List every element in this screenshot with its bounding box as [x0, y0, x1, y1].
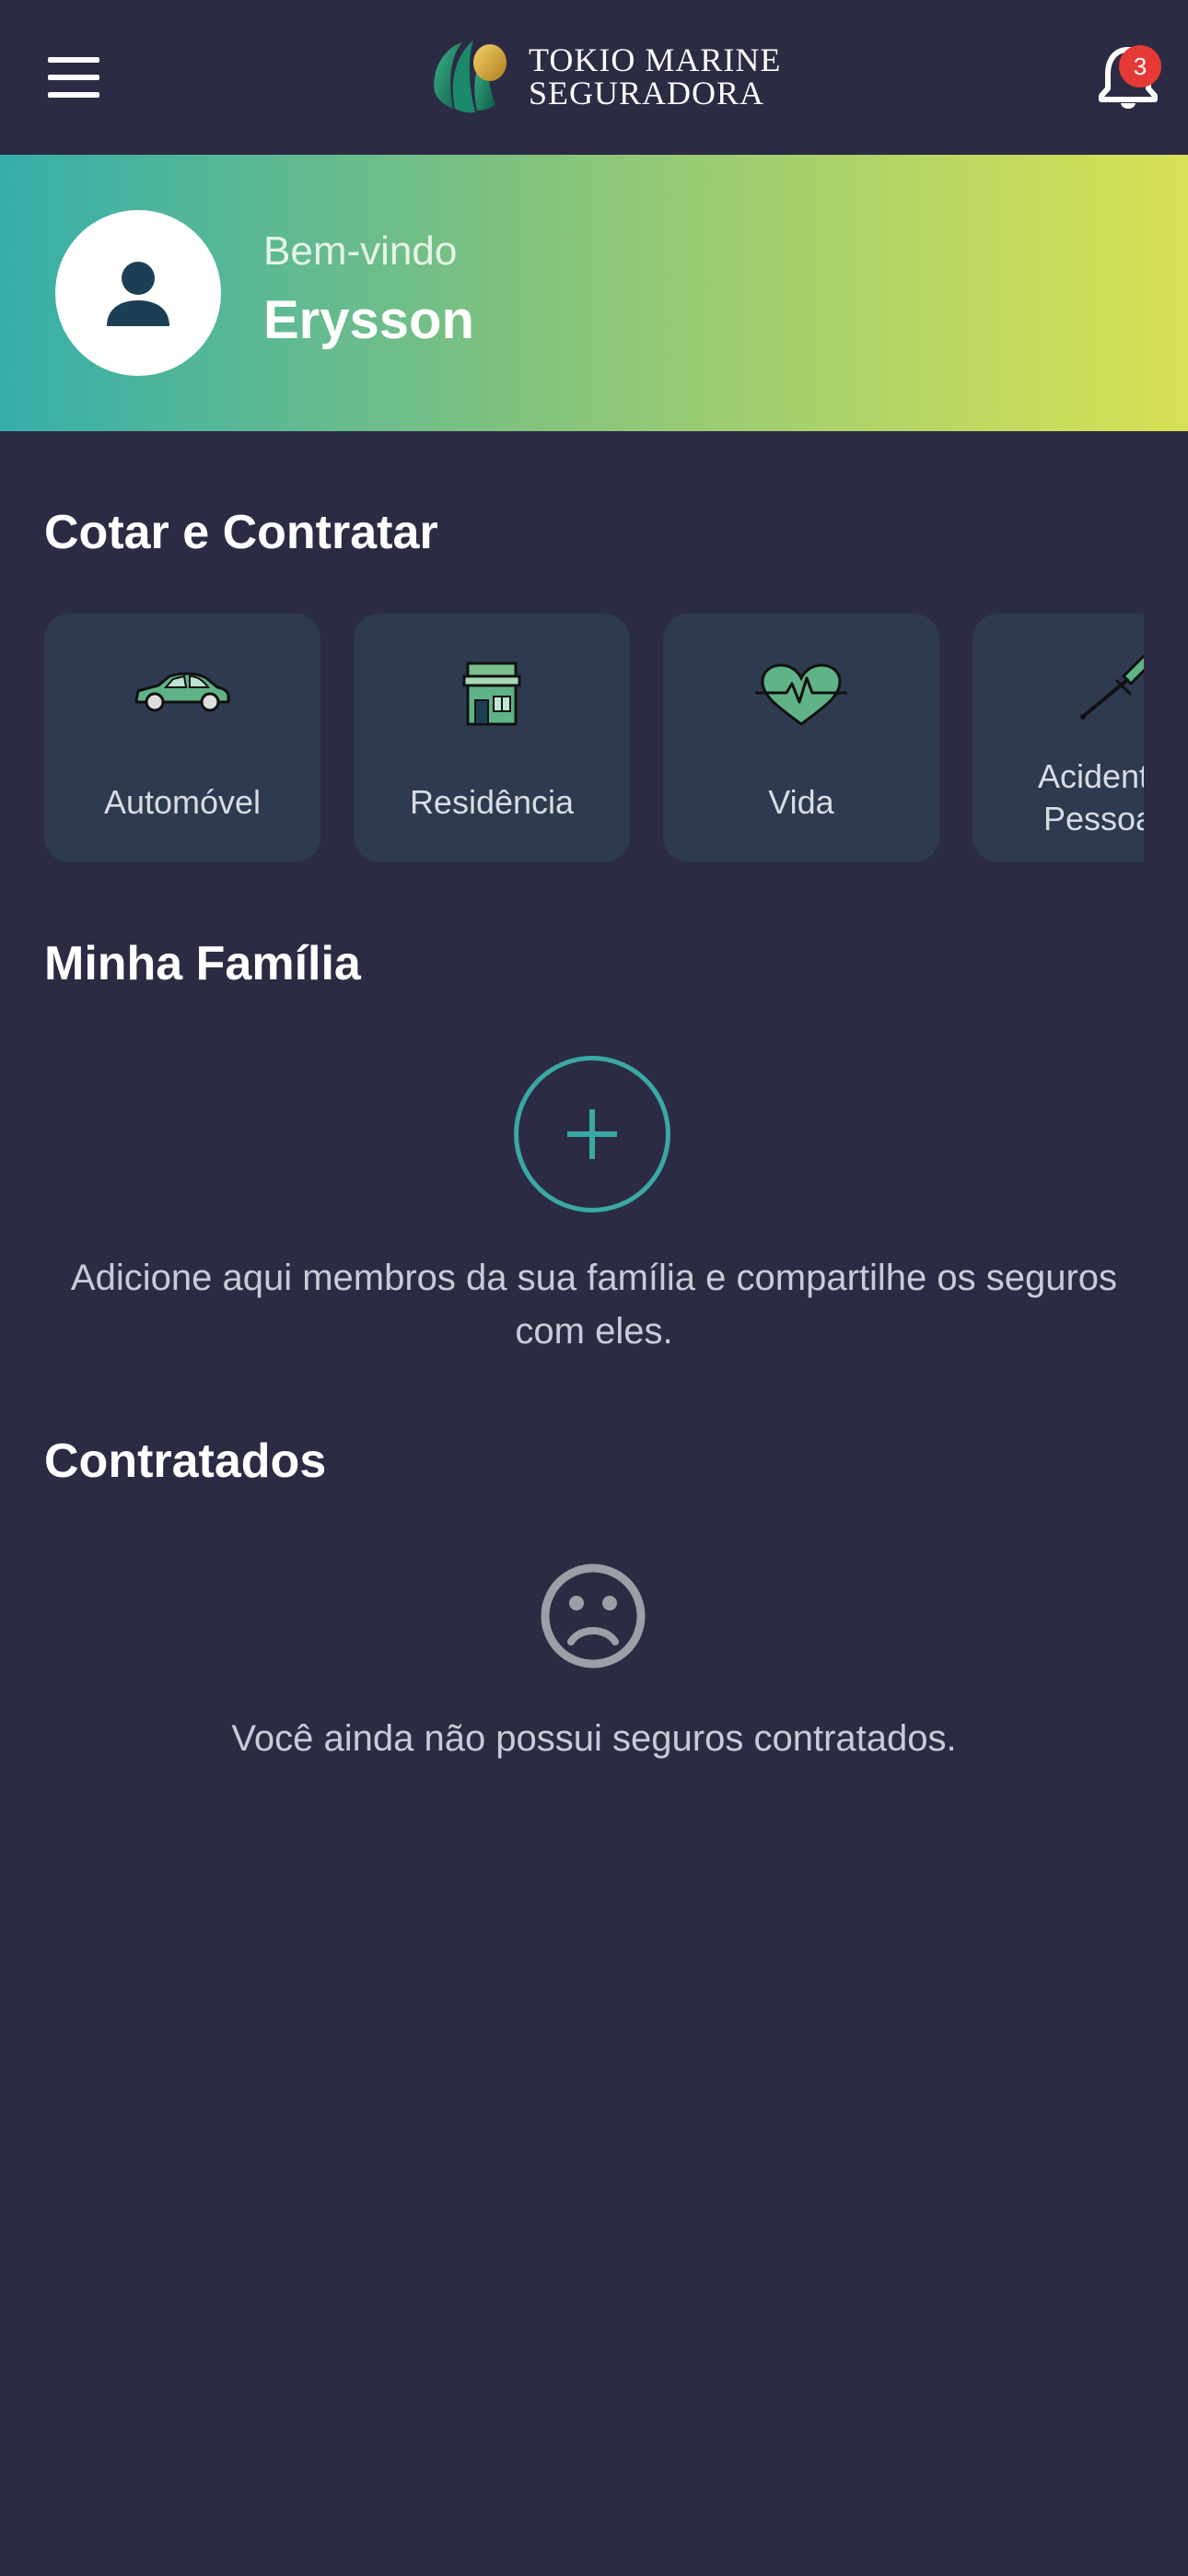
- family-description: Adicione aqui membros da sua família e c…: [70, 1258, 1118, 1352]
- car-icon: [134, 672, 230, 712]
- quote-card-auto[interactable]: Automóvel: [44, 614, 320, 862]
- avatar[interactable]: [55, 210, 221, 376]
- hamburger-menu-icon[interactable]: [48, 57, 105, 98]
- sad-face-icon: [541, 1563, 646, 1669]
- quote-card-personal-accident[interactable]: Acidentes Pessoais: [973, 614, 1144, 862]
- crutch-icon: [1080, 653, 1144, 720]
- quote-card-label: Vida: [768, 783, 834, 821]
- plus-icon: [567, 1109, 617, 1159]
- heart-pulse-icon: [755, 663, 847, 726]
- user-name: Erysson: [263, 290, 474, 350]
- quote-card-label: Automóvel: [103, 783, 262, 821]
- quote-card-residence[interactable]: Residência: [354, 614, 630, 862]
- tokio-marine-logo: TOKIO MARINE SEGURADORA: [425, 33, 780, 116]
- person-icon: [107, 262, 169, 326]
- contracted-empty-text: Você ainda não possui seguros contratado…: [231, 1718, 957, 1759]
- quote-section-title: Cotar e Contratar: [44, 506, 438, 559]
- notification-badge: 3: [1119, 45, 1161, 88]
- quote-card-life[interactable]: Vida: [663, 614, 939, 862]
- welcome-label: Bem-vindo: [263, 228, 458, 274]
- add-family-member-button[interactable]: [514, 1056, 670, 1212]
- quote-card-label: Residência: [409, 783, 575, 821]
- quote-carousel[interactable]: Automóvel Residência Vida Acidentes Pess…: [44, 614, 1144, 862]
- family-section-title: Minha Família: [44, 937, 361, 990]
- quote-card-label: Acidentes Pessoais: [1037, 757, 1144, 837]
- top-app-bar: TOKIO MARINE SEGURADORA 3: [0, 0, 1188, 155]
- house-icon: [462, 662, 521, 726]
- logo-text-line2: SEGURADORA: [529, 75, 765, 111]
- welcome-banner: Bem-vindo Erysson: [0, 155, 1188, 431]
- contracted-section-title: Contratados: [44, 1434, 327, 1488]
- logo-emblem-icon: [434, 41, 507, 113]
